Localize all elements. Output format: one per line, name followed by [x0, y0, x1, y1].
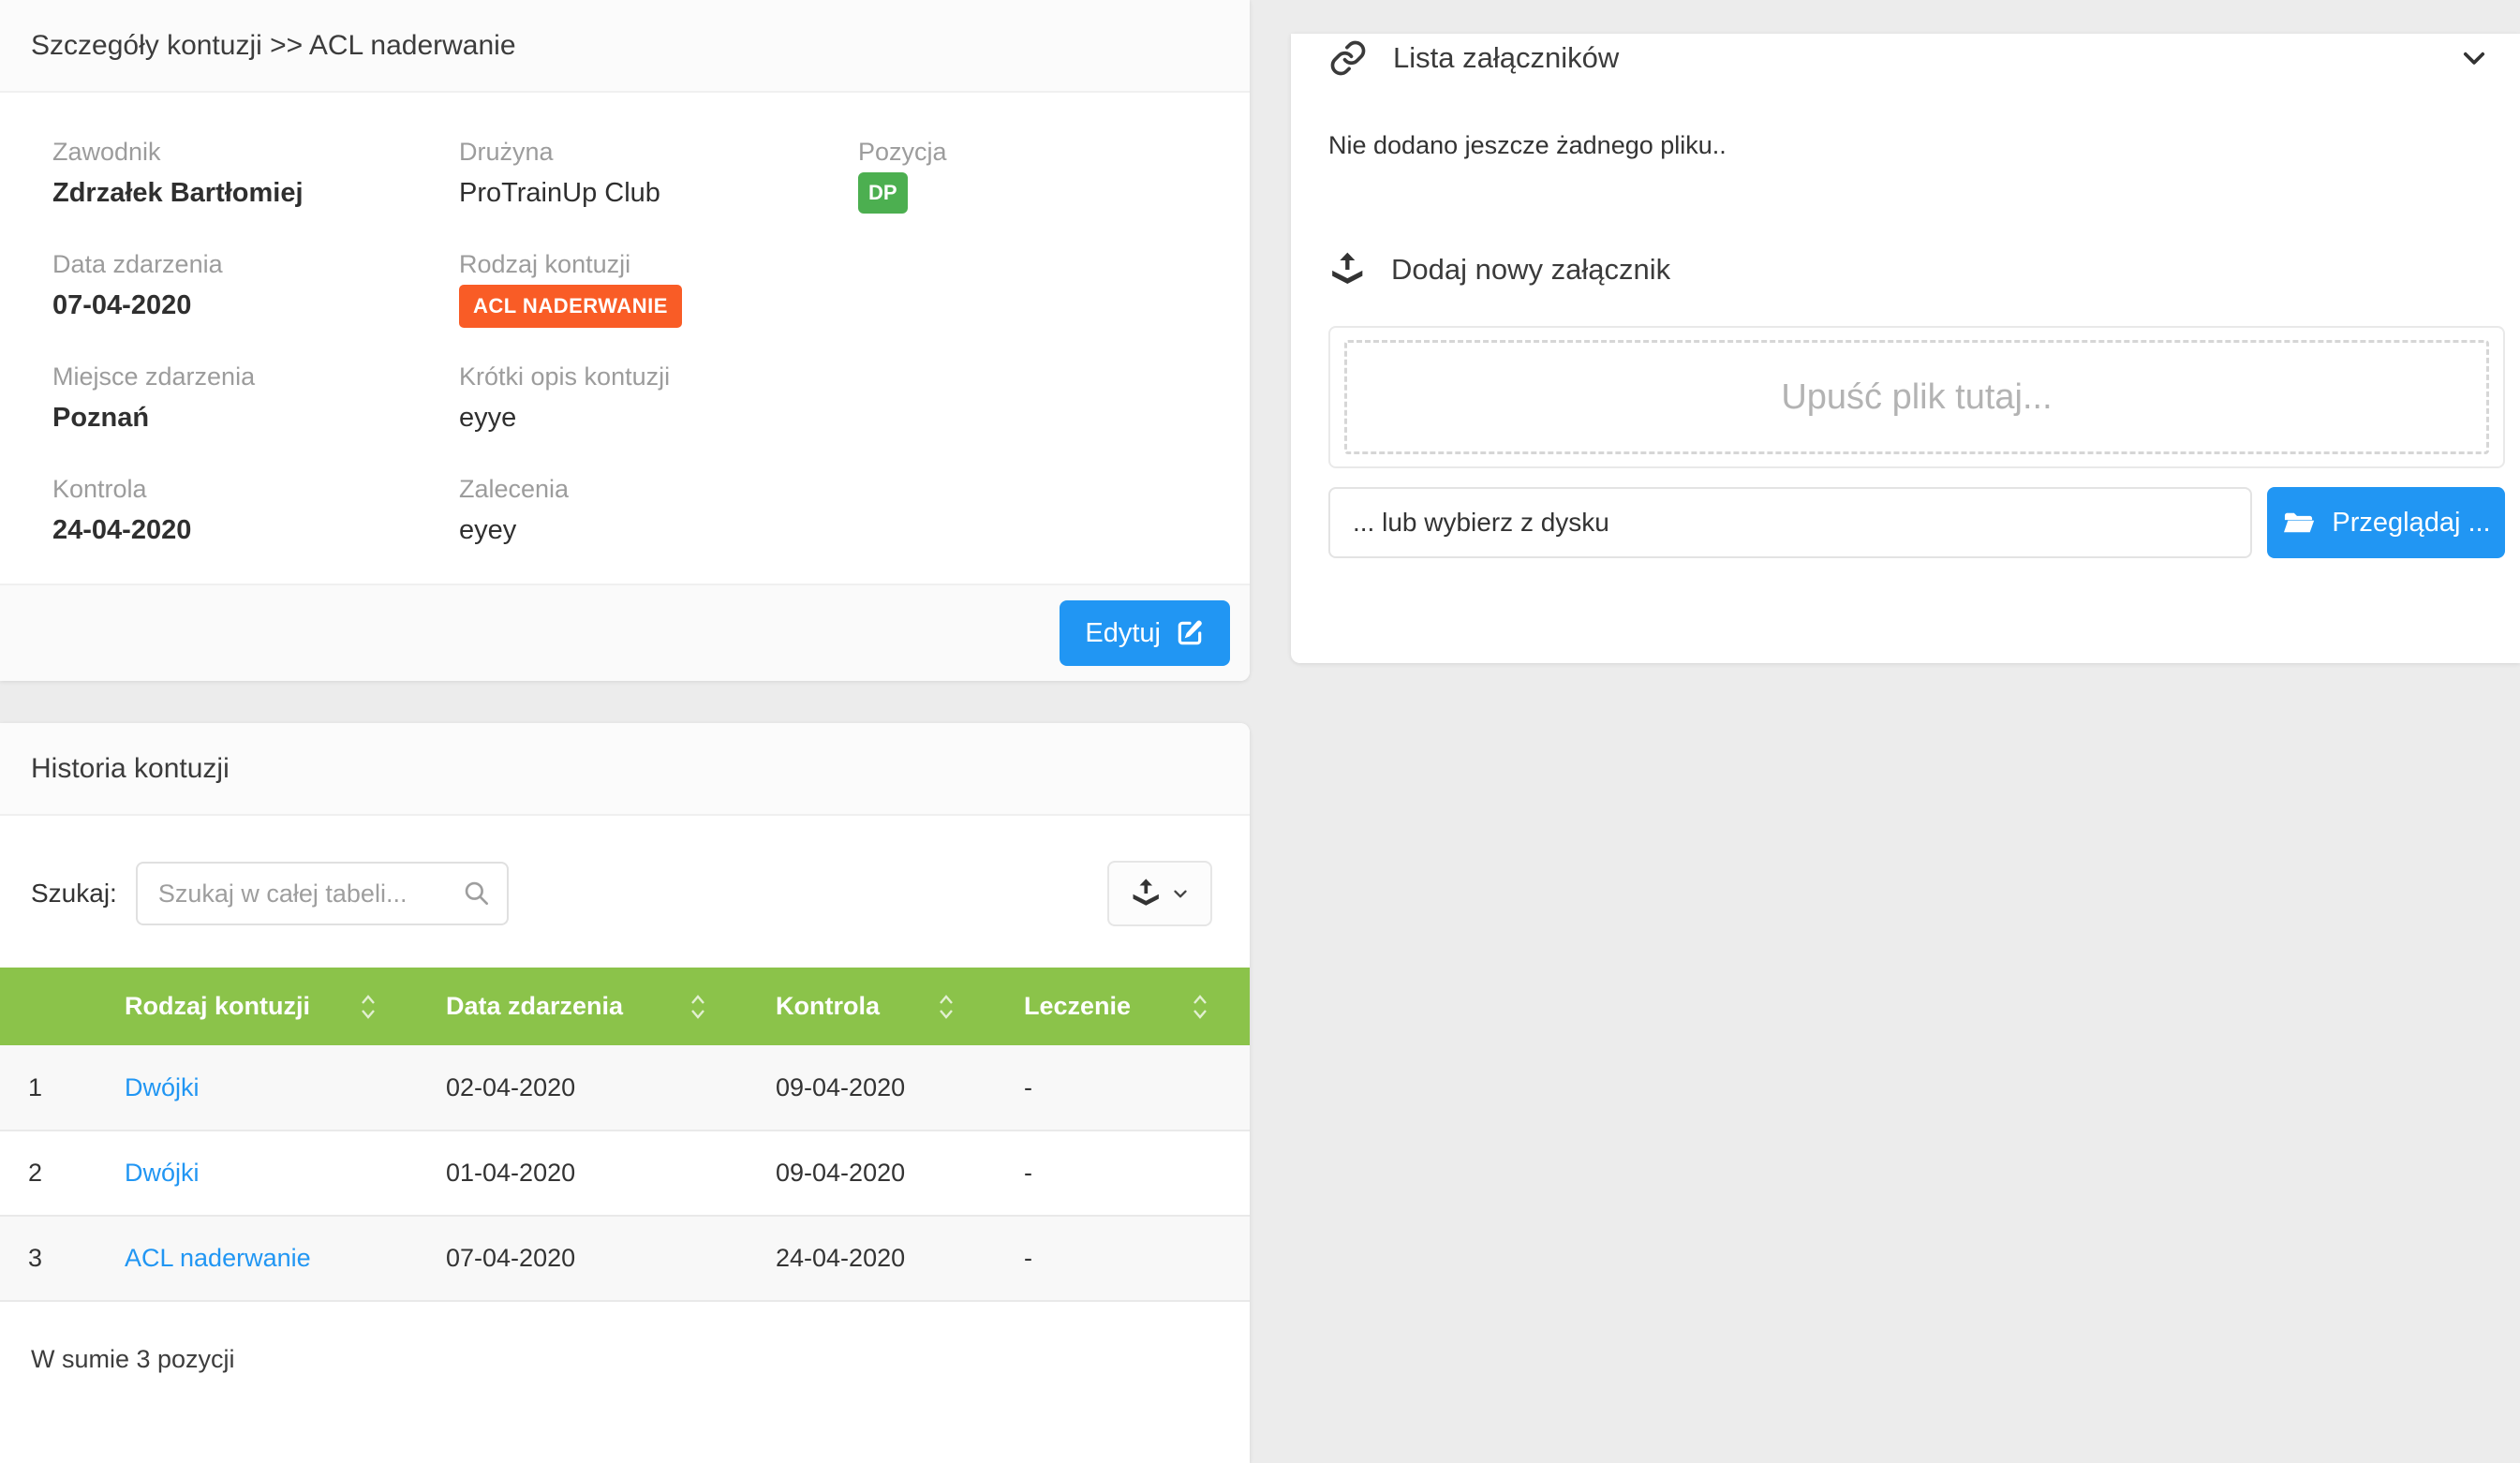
file-picker-row: ... lub wybierz z dysku Przeglądaj ... [1328, 487, 2505, 558]
file-input[interactable]: ... lub wybierz z dysku [1328, 487, 2252, 558]
row-checkup: 09-04-2020 [748, 1045, 996, 1130]
field-team: Drużyna ProTrainUp Club [459, 138, 858, 250]
injury-history-card: Historia kontuzji Szukaj: [0, 723, 1250, 1463]
col-checkup[interactable]: Kontrola [748, 968, 996, 1045]
field-label: Zawodnik [52, 138, 459, 167]
row-event-date: 07-04-2020 [418, 1216, 748, 1301]
field-label: Miejsce zdarzenia [52, 362, 459, 392]
row-treatment: - [996, 1216, 1250, 1301]
field-injury-type: Rodzaj kontuzji ACL NADERWANIE [459, 250, 858, 362]
team-name: ProTrainUp Club [459, 178, 858, 209]
field-label: Krótki opis kontuzji [459, 362, 858, 392]
injury-details-fields: Zawodnik Zdrzałek Bartłomiej Drużyna Pro… [0, 93, 1250, 587]
sort-arrows-icon [688, 992, 708, 1022]
field-place: Miejsce zdarzenia Poznań [52, 362, 459, 475]
history-title: Historia kontuzji [31, 753, 230, 785]
field-label: Zalecenia [459, 475, 858, 504]
field-label: Rodzaj kontuzji [459, 250, 858, 279]
sort-arrows-icon [936, 992, 956, 1022]
browse-button[interactable]: Przeglądaj ... [2267, 487, 2505, 558]
injury-description: eyye [459, 403, 858, 434]
table-row: 3 ACL naderwanie 07-04-2020 24-04-2020 - [0, 1216, 1250, 1301]
player-name: Zdrzałek Bartłomiej [52, 178, 459, 209]
row-treatment: - [996, 1045, 1250, 1130]
row-index: 1 [0, 1045, 96, 1130]
position-badge: DP [858, 172, 908, 214]
table-row: 2 Dwójki 01-04-2020 09-04-2020 - [0, 1130, 1250, 1216]
tray-arrow-up-icon [1130, 878, 1162, 909]
row-checkup: 24-04-2020 [748, 1216, 996, 1301]
injury-type-link[interactable]: Dwójki [125, 1159, 200, 1187]
injury-type-badge: ACL NADERWANIE [459, 285, 682, 328]
col-index [0, 968, 96, 1045]
field-event-date: Data zdarzenia 07-04-2020 [52, 250, 459, 362]
file-input-text: ... lub wybierz z dysku [1353, 508, 1609, 538]
row-index: 3 [0, 1216, 96, 1301]
checkup-date: 24-04-2020 [52, 515, 459, 546]
page-title: Szczegóły kontuzji >> ACL naderwanie [31, 30, 516, 62]
export-button[interactable] [1107, 861, 1212, 926]
attachments-list-title: Lista załączników [1393, 41, 1619, 75]
file-dropzone[interactable]: Upuść plik tutaj... [1344, 340, 2489, 454]
col-event-date[interactable]: Data zdarzenia [418, 968, 748, 1045]
table-summary: W sumie 3 pozycji [0, 1302, 1250, 1374]
table-row: 1 Dwójki 02-04-2020 09-04-2020 - [0, 1045, 1250, 1130]
row-treatment: - [996, 1130, 1250, 1216]
dropzone-text: Upuść plik tutaj... [1781, 377, 2052, 418]
injury-details-header: Szczegóły kontuzji >> ACL naderwanie [0, 0, 1250, 93]
edit-button[interactable]: Edytuj [1060, 600, 1230, 666]
field-recommendations: Zalecenia eyey [459, 475, 858, 587]
injury-type-link[interactable]: ACL naderwanie [125, 1244, 311, 1272]
field-checkup: Kontrola 24-04-2020 [52, 475, 459, 587]
field-position: Pozycja DP [858, 138, 1220, 250]
row-event-date: 01-04-2020 [418, 1130, 748, 1216]
col-label: Data zdarzenia [446, 992, 623, 1020]
right-column: Lista załączników Nie dodano jeszcze żad… [1291, 0, 2520, 663]
row-event-date: 02-04-2020 [418, 1045, 748, 1130]
attachments-list-header: Lista załączników [1328, 34, 2505, 82]
injury-history-header: Historia kontuzji [0, 723, 1250, 816]
injury-details-card: Szczegóły kontuzji >> ACL naderwanie Zaw… [0, 0, 1250, 681]
search-icon [462, 879, 492, 909]
tray-arrow-up-icon [1328, 251, 1366, 288]
link-icon [1328, 38, 1368, 78]
recommendations: eyey [459, 515, 858, 546]
sort-arrows-icon [358, 992, 378, 1022]
browse-button-label: Przeglądaj ... [2332, 508, 2490, 539]
field-label: Pozycja [858, 138, 1220, 167]
add-attachment-header: Dodaj nowy załącznik [1328, 245, 2505, 294]
attachments-card: Lista załączników Nie dodano jeszcze żad… [1291, 34, 2520, 663]
attachments-empty-message: Nie dodano jeszcze żadnego pliku.. [1328, 127, 2505, 163]
collapse-attachments-chevron-down-icon[interactable] [2458, 42, 2490, 74]
search-input[interactable] [136, 862, 509, 925]
event-place: Poznań [52, 403, 459, 434]
injury-type-link[interactable]: Dwójki [125, 1073, 200, 1101]
open-folder-icon [2281, 505, 2317, 540]
add-attachment-title: Dodaj nowy załącznik [1391, 253, 1670, 287]
field-description: Krótki opis kontuzji eyye [459, 362, 858, 475]
table-header-row: Rodzaj kontuzji Data zdarzenia [0, 968, 1250, 1045]
col-injury-type[interactable]: Rodzaj kontuzji [96, 968, 418, 1045]
left-column: Szczegóły kontuzji >> ACL naderwanie Zaw… [0, 0, 1250, 1463]
sort-arrows-icon [1190, 992, 1210, 1022]
search-label: Szukaj: [31, 879, 117, 909]
edit-icon [1175, 618, 1205, 648]
chevron-down-icon [1170, 883, 1191, 904]
field-player: Zawodnik Zdrzałek Bartłomiej [52, 138, 459, 250]
row-checkup: 09-04-2020 [748, 1130, 996, 1216]
col-treatment[interactable]: Leczenie [996, 968, 1250, 1045]
row-index: 2 [0, 1130, 96, 1216]
field-label: Kontrola [52, 475, 459, 504]
field-label: Data zdarzenia [52, 250, 459, 279]
history-toolbar: Szukaj: [0, 861, 1250, 926]
injury-history-table: Rodzaj kontuzji Data zdarzenia [0, 968, 1250, 1302]
col-label: Kontrola [776, 992, 880, 1020]
field-label: Drużyna [459, 138, 858, 167]
col-label: Rodzaj kontuzji [125, 992, 310, 1020]
edit-button-label: Edytuj [1085, 618, 1161, 649]
event-date: 07-04-2020 [52, 290, 459, 321]
injury-details-footer: Edytuj [0, 584, 1250, 681]
col-label: Leczenie [1024, 992, 1131, 1020]
dropzone-container: Upuść plik tutaj... [1328, 326, 2505, 468]
